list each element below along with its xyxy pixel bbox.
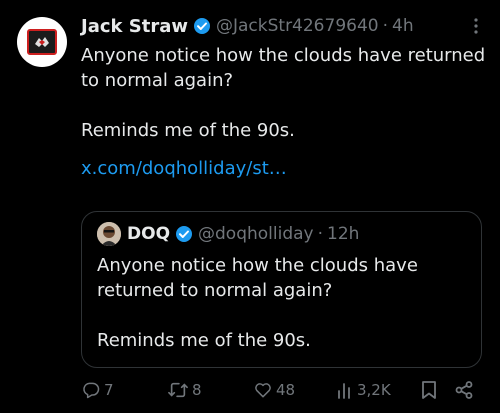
bookmark-icon xyxy=(420,380,438,400)
views-button[interactable]: 3,2K xyxy=(336,378,391,402)
reply-button[interactable]: 7 xyxy=(81,378,114,402)
quoted-tweet[interactable]: DOQ @doqholliday · 12h Anyone notice how… xyxy=(81,211,482,368)
action-bar: 7 8 48 3,2K xyxy=(81,378,482,402)
separator: · xyxy=(382,16,388,36)
timestamp[interactable]: 12h xyxy=(327,224,359,244)
bookmark-button[interactable] xyxy=(420,378,438,402)
display-name[interactable]: Jack Straw xyxy=(81,16,188,37)
separator: · xyxy=(317,224,324,244)
handle[interactable]: @JackStr42679640 xyxy=(216,16,379,36)
verified-badge-icon[interactable] xyxy=(193,17,211,35)
handle[interactable]: @doqholliday xyxy=(198,224,314,244)
repost-button[interactable]: 8 xyxy=(167,378,202,402)
like-count: 48 xyxy=(276,381,296,399)
logo-icon xyxy=(27,29,57,55)
verified-badge-icon[interactable] xyxy=(175,225,193,243)
share-button[interactable] xyxy=(454,378,474,402)
tweet[interactable]: Jack Straw @JackStr42679640 · 4h Anyone … xyxy=(81,12,488,180)
tweet-header: Jack Straw @JackStr42679640 · 4h xyxy=(81,12,486,40)
views-count: 3,2K xyxy=(357,381,391,399)
reply-count: 7 xyxy=(104,381,114,399)
display-name[interactable]: DOQ xyxy=(127,224,170,244)
repost-count: 8 xyxy=(192,381,202,399)
repost-icon xyxy=(167,380,189,400)
like-button[interactable]: 48 xyxy=(253,378,295,402)
avatar[interactable] xyxy=(17,17,67,67)
avatar[interactable] xyxy=(97,222,121,246)
tweet-text: Anyone notice how the clouds have return… xyxy=(81,45,486,141)
quoted-tweet-header: DOQ @doqholliday · 12h xyxy=(97,222,359,246)
views-icon xyxy=(336,380,354,400)
quoted-tweet-text: Anyone notice how the clouds have return… xyxy=(97,255,418,351)
more-icon[interactable] xyxy=(464,12,488,40)
tweet-link[interactable]: x.com/doqholliday/st… xyxy=(81,158,486,179)
reply-icon xyxy=(81,380,101,400)
like-icon xyxy=(253,380,273,400)
timestamp[interactable]: 4h xyxy=(392,16,414,36)
share-icon xyxy=(454,380,474,400)
